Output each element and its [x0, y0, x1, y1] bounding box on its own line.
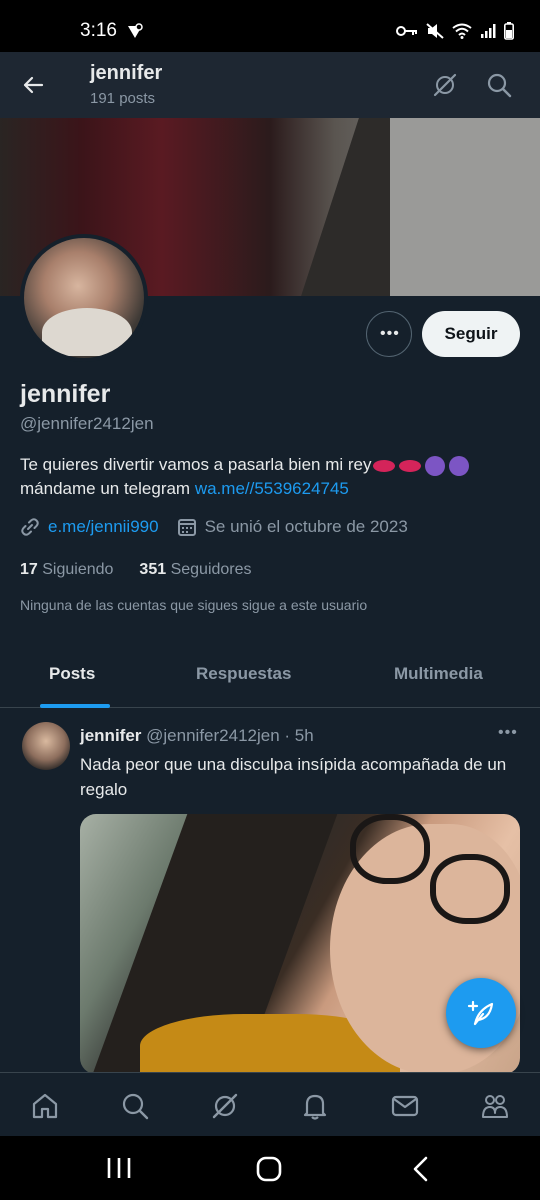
bio: Te quieres divertir vamos a pasarla bien… — [20, 453, 520, 501]
bio-line-1: Te quieres divertir vamos a pasarla bien… — [20, 455, 372, 474]
lips-emoji — [373, 459, 396, 472]
join-date: Se unió el octubre de 2023 — [204, 517, 408, 536]
profile-meta: e.me/jennii990 Se unió el octubre de 202… — [20, 517, 408, 537]
followers-count: 351 — [139, 561, 167, 578]
mute-icon — [426, 23, 444, 39]
media-glasses-right — [430, 854, 510, 924]
follow-stats: 17 Siguiendo 351 Seguidores — [20, 561, 252, 579]
bio-link[interactable]: wa.me//5539624745 — [195, 479, 349, 498]
home-button-icon[interactable] — [256, 1156, 282, 1187]
system-back-icon[interactable] — [410, 1156, 432, 1187]
system-navigation-bar — [0, 1136, 540, 1200]
lips-emoji — [399, 459, 422, 472]
compose-button[interactable] — [446, 978, 516, 1048]
header-name: jennifer — [90, 62, 163, 84]
more-options-button[interactable]: ••• — [366, 311, 412, 357]
followers-label: Seguidores — [170, 561, 252, 578]
link-icon — [21, 518, 39, 536]
bottom-navigation — [0, 1072, 540, 1136]
profile-tabs: Posts Respuestas Multimedia — [0, 646, 540, 708]
explore-search-icon[interactable] — [120, 1091, 150, 1121]
following-label: Siguiendo — [42, 561, 114, 578]
tweet-text: Nada peor que una disculpa insípida acom… — [80, 755, 507, 799]
grok-nav-icon[interactable] — [210, 1091, 240, 1121]
tweet-more-icon[interactable]: ••• — [498, 724, 518, 742]
status-time: 3:16 — [80, 20, 117, 41]
home-icon[interactable] — [30, 1091, 60, 1121]
devil-emoji — [449, 455, 470, 476]
followers-stat[interactable]: 351 Seguidores — [139, 561, 251, 579]
status-bar: 3:16 — [0, 0, 540, 52]
communities-icon[interactable] — [480, 1091, 510, 1121]
grok-icon[interactable] — [430, 70, 460, 100]
banner-wall — [390, 118, 540, 296]
media-glasses-left — [350, 814, 430, 884]
tweet-author-name[interactable]: jennifer — [80, 726, 141, 745]
avatar-detail — [42, 308, 132, 356]
mail-icon[interactable] — [390, 1091, 420, 1121]
tab-replies[interactable]: Respuestas — [196, 664, 291, 684]
bio-line-2: mándame un telegram — [20, 479, 195, 498]
key-icon — [396, 26, 417, 36]
tweet-header: jennifer @jennifer2412jen · 5h — [80, 726, 314, 746]
tab-posts[interactable]: Posts — [49, 664, 95, 684]
website-link[interactable]: e.me/jennii990 — [48, 517, 159, 537]
follow-button[interactable]: Seguir — [422, 311, 520, 357]
active-tab-indicator — [40, 704, 110, 708]
search-icon[interactable] — [484, 70, 514, 100]
wifi-icon — [452, 23, 472, 39]
signal-icon — [481, 24, 496, 38]
recent-apps-icon[interactable] — [106, 1156, 132, 1185]
compose-icon — [467, 1000, 494, 1026]
calendar-icon — [177, 519, 196, 536]
bell-icon[interactable] — [300, 1091, 330, 1121]
tab-media[interactable]: Multimedia — [394, 664, 483, 684]
back-arrow-icon[interactable] — [18, 70, 48, 100]
handle: @jennifer2412jen — [20, 414, 154, 433]
battery-icon — [504, 22, 514, 40]
status-icons — [396, 22, 514, 40]
tweet-avatar[interactable] — [22, 722, 70, 770]
avatar[interactable] — [20, 234, 148, 362]
following-count: 17 — [20, 561, 38, 578]
devil-emoji — [425, 455, 446, 476]
more-options-icon: ••• — [380, 325, 400, 342]
following-stat[interactable]: 17 Siguiendo — [20, 561, 113, 579]
tweet-handle-time: @jennifer2412jen · 5h — [146, 726, 314, 745]
notification-app-icon — [126, 22, 144, 45]
header-post-count: 191 posts — [90, 90, 156, 107]
mutuals-note: Ninguna de las cuentas que sigues sigue … — [20, 597, 368, 613]
profile-header-bar: jennifer 191 posts — [0, 52, 540, 118]
display-name: jennifer — [20, 380, 111, 408]
